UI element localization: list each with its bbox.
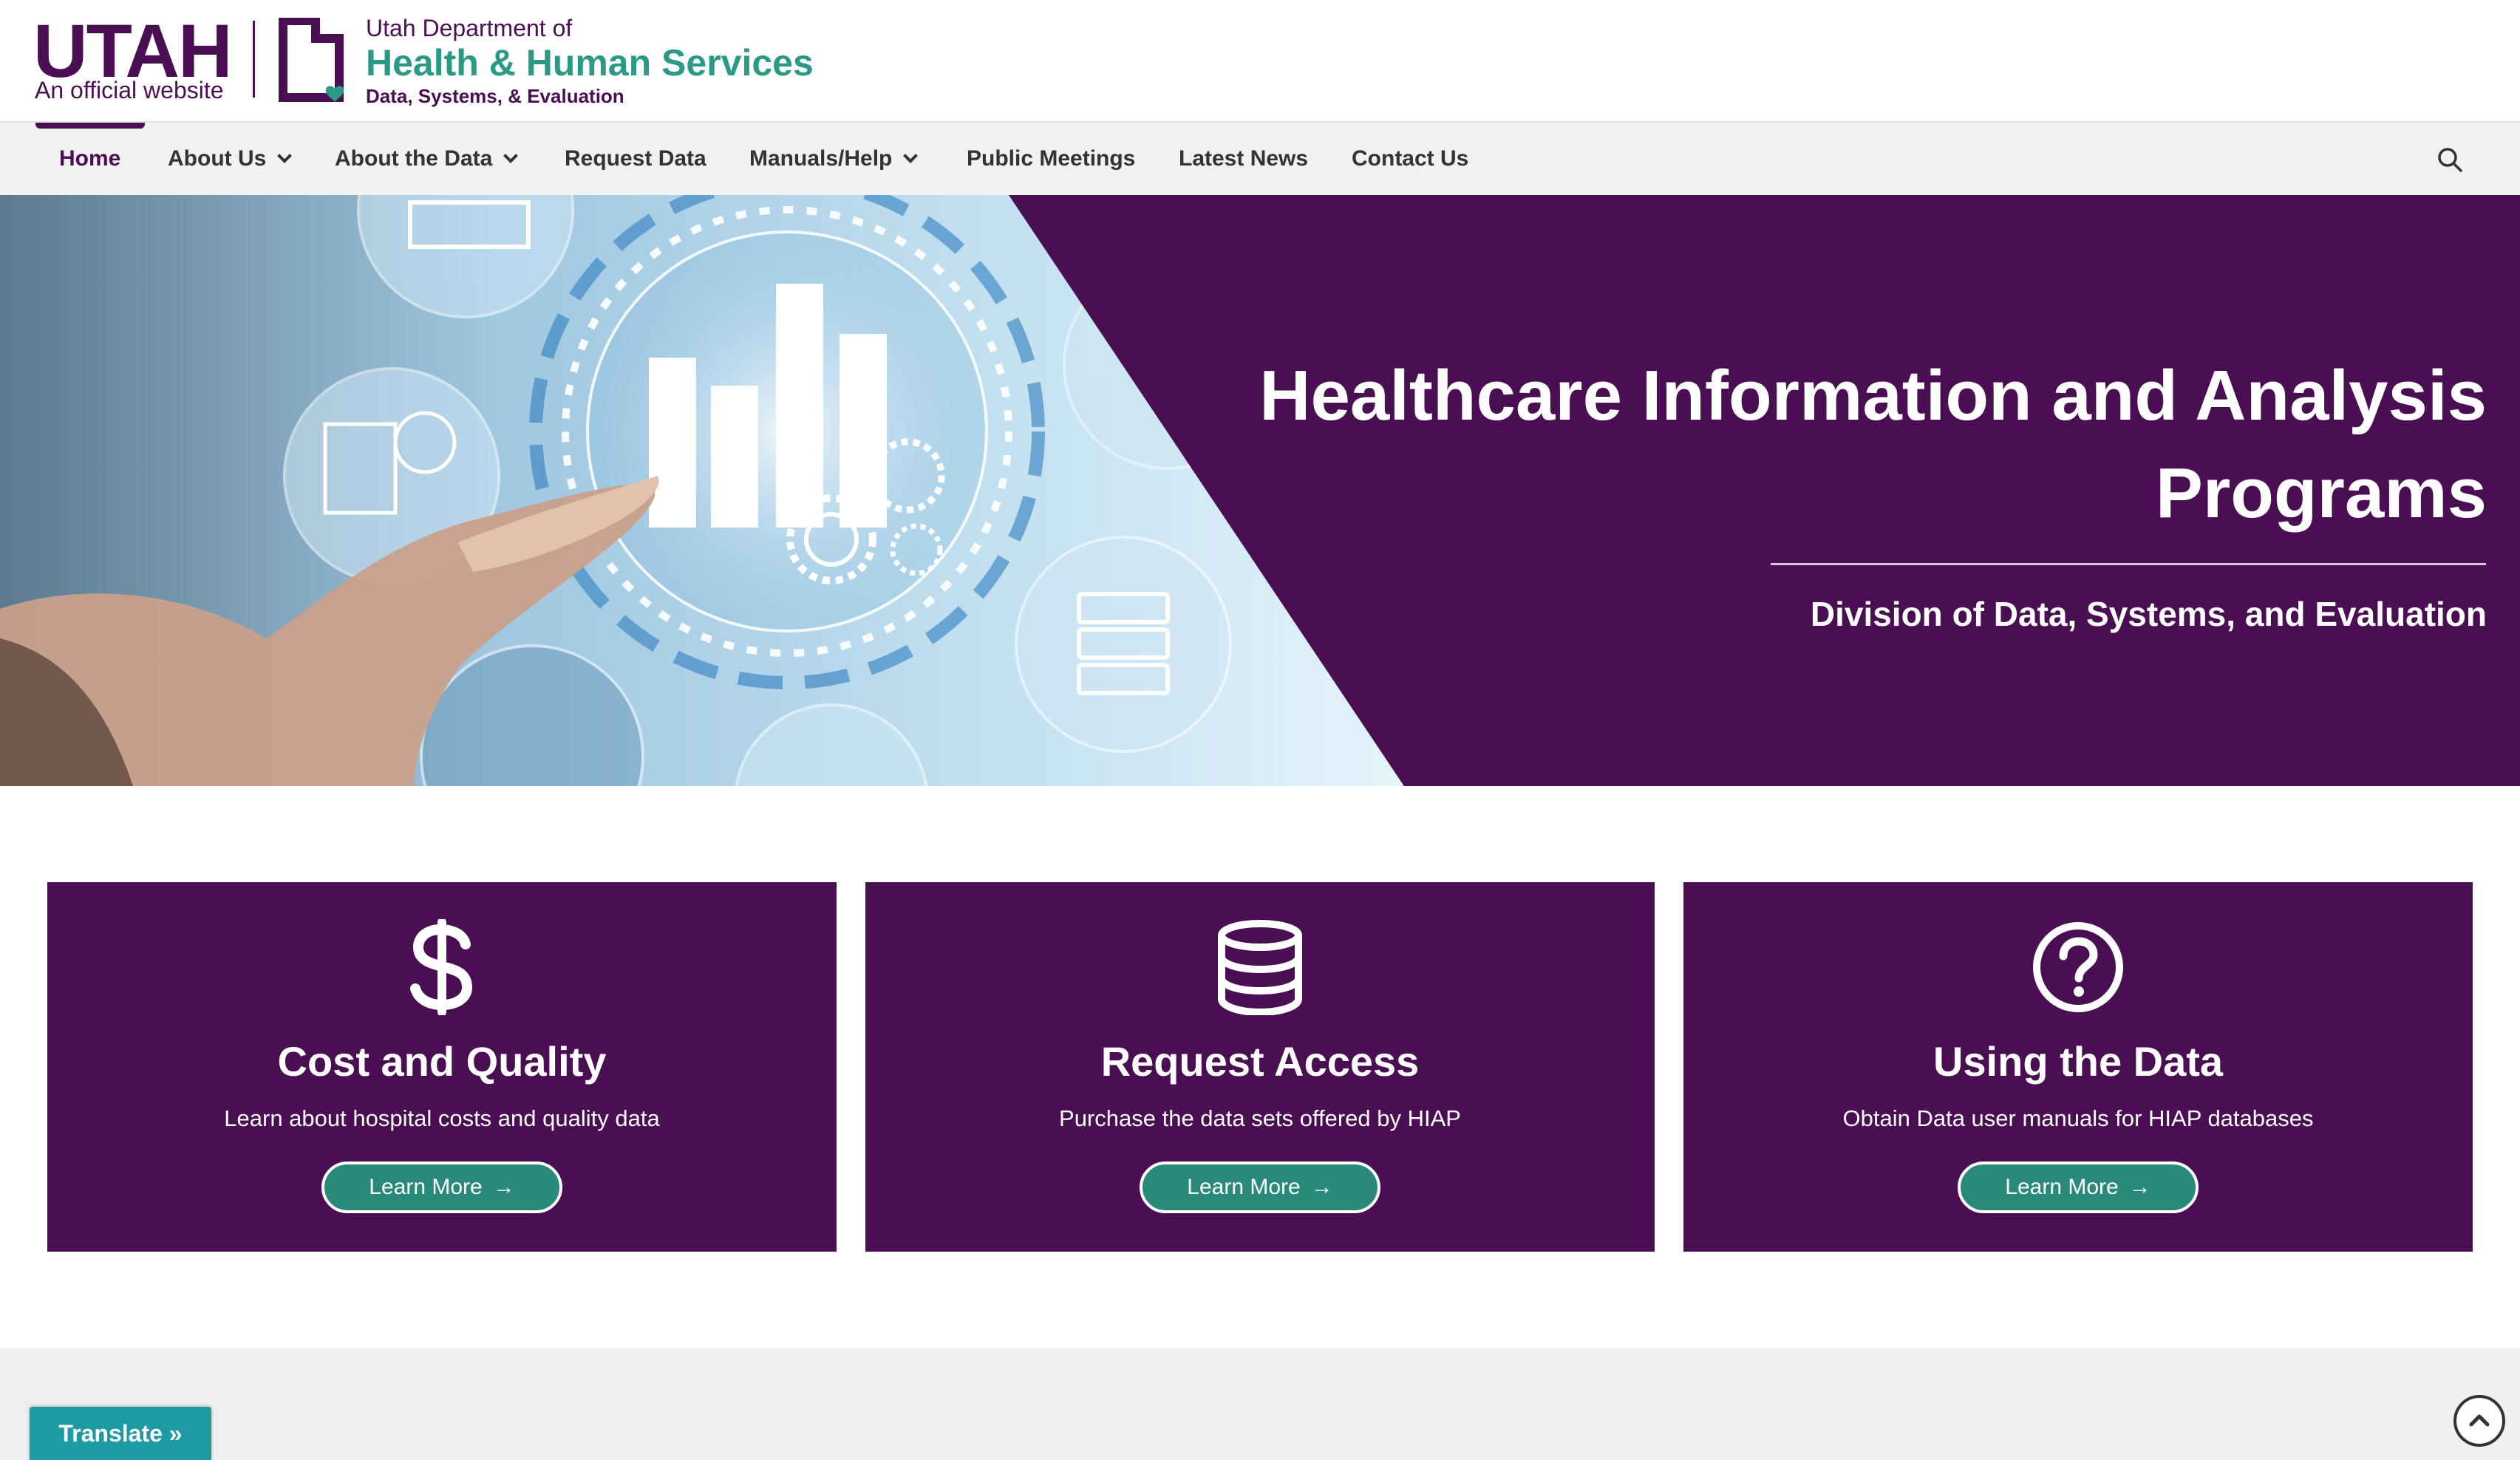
card-request-access: Request Access Purchase the data sets of… <box>865 882 1655 1252</box>
hero-subtitle: Division of Data, Systems, and Evaluatio… <box>1810 595 2487 633</box>
utah-logo[interactable]: UTAH An official website <box>33 13 240 109</box>
arrow-right-icon: → <box>1310 1175 1333 1199</box>
chevron-down-icon <box>503 149 519 163</box>
department-line2: Health & Human Services <box>366 42 814 83</box>
card-description: Learn about hospital costs and quality d… <box>224 1105 660 1131</box>
search-icon[interactable] <box>2435 145 2465 174</box>
dollar-icon <box>47 919 837 1015</box>
button-label: Learn More <box>369 1175 483 1199</box>
nav-label: About the Data <box>335 146 493 171</box>
nav-item-latest-news[interactable]: Latest News <box>1179 123 1308 195</box>
chevron-down-icon <box>277 149 293 163</box>
nav-label: Request Data <box>565 146 706 171</box>
arrow-right-icon: → <box>492 1175 515 1199</box>
nav-item-about-us[interactable]: About Us <box>168 123 293 195</box>
button-label: Learn More <box>2005 1175 2119 1199</box>
nav-label: Manuals/Help <box>749 146 893 171</box>
hero-title: Healthcare Information and Analysis Prog… <box>1259 356 2487 533</box>
logo-divider <box>253 21 255 98</box>
card-title: Using the Data <box>1932 1038 2224 1085</box>
hero-image <box>0 195 1404 786</box>
nav-label: Latest News <box>1179 146 1309 171</box>
translate-button[interactable]: Translate » <box>30 1407 211 1460</box>
nav-item-home[interactable]: Home <box>59 123 120 195</box>
database-icon <box>865 919 1655 1015</box>
utah-tagline: An official website <box>35 77 224 103</box>
nav-label: About Us <box>168 146 267 171</box>
learn-more-button[interactable]: Learn More → <box>1958 1161 2199 1213</box>
chevron-down-icon <box>903 149 919 163</box>
nav-label: Public Meetings <box>967 146 1136 171</box>
card-cost-and-quality: Cost and Quality Learn about hospital co… <box>47 882 837 1252</box>
main-navigation: Home About Us About the Data Request Dat… <box>0 123 2520 195</box>
department-line1: Utah Department of <box>366 15 573 41</box>
card-title: Cost and Quality <box>277 1038 607 1085</box>
chevron-up-icon <box>2469 1414 2490 1427</box>
card-title: Request Access <box>1100 1038 1420 1085</box>
nav-label: Home <box>59 146 121 171</box>
department-name[interactable]: Utah Department of Health & Human Servic… <box>366 15 814 108</box>
nav-item-request-data[interactable]: Request Data <box>565 123 706 195</box>
nav-item-manuals-help[interactable]: Manuals/Help <box>749 123 919 195</box>
button-label: Learn More <box>1187 1175 1301 1199</box>
nav-item-about-the-data[interactable]: About the Data <box>335 123 519 195</box>
hero-divider <box>1771 563 2486 565</box>
nav-label: Contact Us <box>1352 146 1469 171</box>
nav-item-contact-us[interactable]: Contact Us <box>1352 123 1468 195</box>
arrow-right-icon: → <box>2128 1175 2151 1199</box>
department-line3: Data, Systems, & Evaluation <box>366 85 624 107</box>
nav-item-public-meetings[interactable]: Public Meetings <box>967 123 1135 195</box>
learn-more-button[interactable]: Learn More → <box>1140 1161 1380 1213</box>
question-circle-icon <box>1683 919 2473 1015</box>
card-description: Purchase the data sets offered by HIAP <box>1059 1105 1461 1131</box>
card-description: Obtain Data user manuals for HIAP databa… <box>1842 1105 2314 1131</box>
hero-banner: Healthcare Information and Analysis Prog… <box>0 195 2520 786</box>
card-using-the-data: Using the Data Obtain Data user manuals … <box>1683 882 2473 1252</box>
active-nav-indicator <box>35 123 145 129</box>
site-header: UTAH An official website Utah Department… <box>0 0 2520 123</box>
learn-more-button[interactable]: Learn More → <box>321 1161 562 1213</box>
scroll-to-top-button[interactable] <box>2453 1395 2505 1447</box>
utah-state-outline-icon[interactable] <box>277 18 351 106</box>
footer-band <box>0 1348 2520 1460</box>
